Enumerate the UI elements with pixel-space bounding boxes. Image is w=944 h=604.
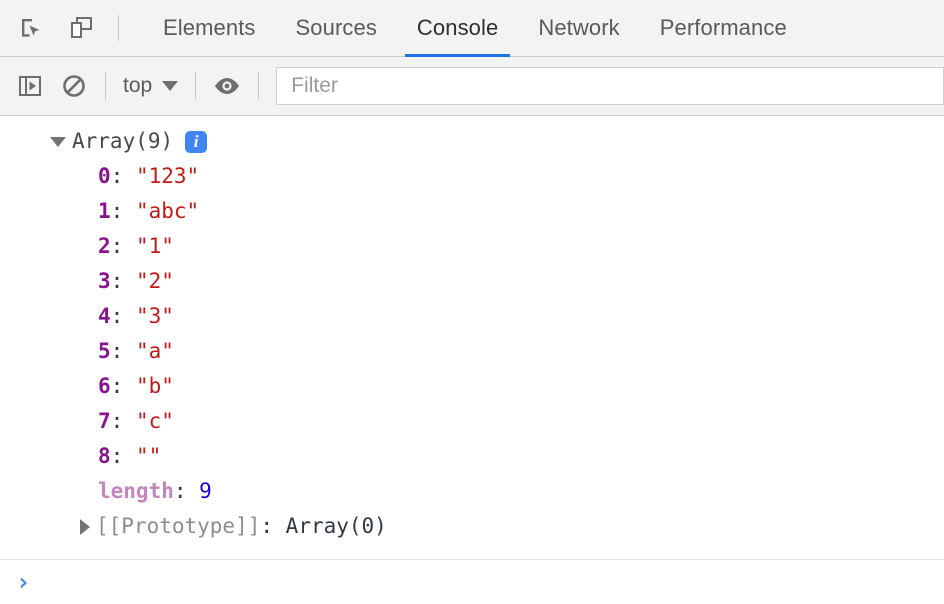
property-separator: :	[173, 479, 200, 503]
property-key: 3	[98, 269, 111, 293]
property-key: 1	[98, 199, 111, 223]
console-property-row[interactable]: 6 : "b"	[0, 369, 944, 404]
tab-console-label: Console	[416, 15, 499, 40]
tab-performance-label: Performance	[659, 15, 787, 40]
prototype-separator: :	[260, 514, 286, 538]
device-toolbar-icon[interactable]	[60, 7, 102, 49]
property-value: "3"	[135, 304, 174, 328]
devtools-panel: Elements Sources Console Network Perform…	[0, 0, 944, 604]
property-key: 8	[98, 444, 111, 468]
property-key: length	[98, 479, 174, 503]
object-label: Array(9)	[72, 129, 174, 153]
tab-network-label: Network	[538, 15, 620, 40]
prompt-chevron-icon: ›	[16, 568, 31, 596]
toolbar-divider-2	[195, 72, 197, 100]
tabbar-icon-group	[0, 0, 127, 56]
console-property-row[interactable]: 2 : "1"	[0, 229, 944, 264]
console-object-header[interactable]: Array(9) i	[0, 124, 944, 159]
filter-placeholder: Filter	[291, 74, 338, 97]
filter-input[interactable]: Filter	[276, 67, 944, 105]
tabbar-divider	[118, 15, 119, 41]
execution-context-label: top	[123, 74, 153, 97]
property-key: 2	[98, 234, 111, 258]
toolbar-divider-3	[258, 72, 260, 100]
property-value: "2"	[135, 269, 174, 293]
property-separator: :	[110, 304, 136, 328]
tab-sources[interactable]: Sources	[276, 0, 397, 56]
info-badge-icon[interactable]: i	[185, 130, 208, 153]
console-property-row[interactable]: 5 : "a"	[0, 334, 944, 369]
console-property-row[interactable]: 3 : "2"	[0, 264, 944, 299]
property-separator: :	[110, 234, 136, 258]
toolbar-divider-1	[105, 72, 106, 100]
devtools-tabbar: Elements Sources Console Network Perform…	[0, 0, 944, 57]
property-value: ""	[135, 444, 162, 468]
console-prototype-row[interactable]: [[Prototype]] : Array(0)	[0, 509, 944, 544]
property-value: "123"	[135, 164, 200, 188]
triangle-right-icon[interactable]	[80, 518, 90, 535]
property-value: 9	[199, 479, 212, 503]
chevron-down-icon	[162, 81, 179, 91]
execution-context-selector[interactable]: top	[115, 70, 186, 102]
console-property-row[interactable]: 8 : ""	[0, 439, 944, 474]
property-value: "1"	[135, 234, 174, 258]
property-separator: :	[110, 199, 136, 223]
prototype-key: [[Prototype]]	[96, 514, 261, 538]
property-key: 6	[98, 374, 111, 398]
eye-icon[interactable]	[205, 65, 249, 107]
property-key: 5	[98, 339, 111, 363]
property-value: "abc"	[135, 199, 200, 223]
console-output: Array(9) i 0 : "123" 1 : "abc" 2 : "1" 3…	[0, 116, 944, 559]
property-separator: :	[110, 444, 136, 468]
property-separator: :	[110, 164, 136, 188]
triangle-down-icon[interactable]	[50, 136, 66, 147]
property-separator: :	[110, 409, 136, 433]
property-value: "a"	[135, 339, 174, 363]
console-prompt-bar[interactable]: ›	[0, 559, 944, 604]
prototype-value: Array(0)	[285, 514, 387, 538]
property-separator: :	[110, 374, 136, 398]
tab-elements-label: Elements	[163, 15, 256, 40]
property-key: 0	[98, 164, 111, 188]
tab-console[interactable]: Console	[397, 0, 518, 57]
property-value: "b"	[135, 374, 174, 398]
console-sidebar-toggle-icon[interactable]	[8, 65, 52, 107]
tab-elements[interactable]: Elements	[143, 0, 276, 56]
console-prompt-input[interactable]	[30, 560, 944, 604]
console-property-row[interactable]: 0 : "123"	[0, 159, 944, 194]
console-length-row[interactable]: length : 9	[0, 474, 944, 509]
console-property-row[interactable]: 4 : "3"	[0, 299, 944, 334]
property-separator: :	[110, 269, 136, 293]
tab-network[interactable]: Network	[518, 0, 639, 56]
console-toolbar: top Filter	[0, 57, 944, 116]
property-separator: :	[110, 339, 136, 363]
devtools-tabs: Elements Sources Console Network Perform…	[143, 0, 807, 57]
console-property-row[interactable]: 1 : "abc"	[0, 194, 944, 229]
console-property-row[interactable]: 7 : "c"	[0, 404, 944, 439]
inspect-element-icon[interactable]	[10, 7, 52, 49]
property-key: 7	[98, 409, 111, 433]
property-value: "c"	[135, 409, 174, 433]
tab-sources-label: Sources	[295, 15, 377, 40]
property-key: 4	[98, 304, 111, 328]
clear-console-icon[interactable]	[52, 65, 96, 107]
tab-performance[interactable]: Performance	[640, 0, 807, 56]
